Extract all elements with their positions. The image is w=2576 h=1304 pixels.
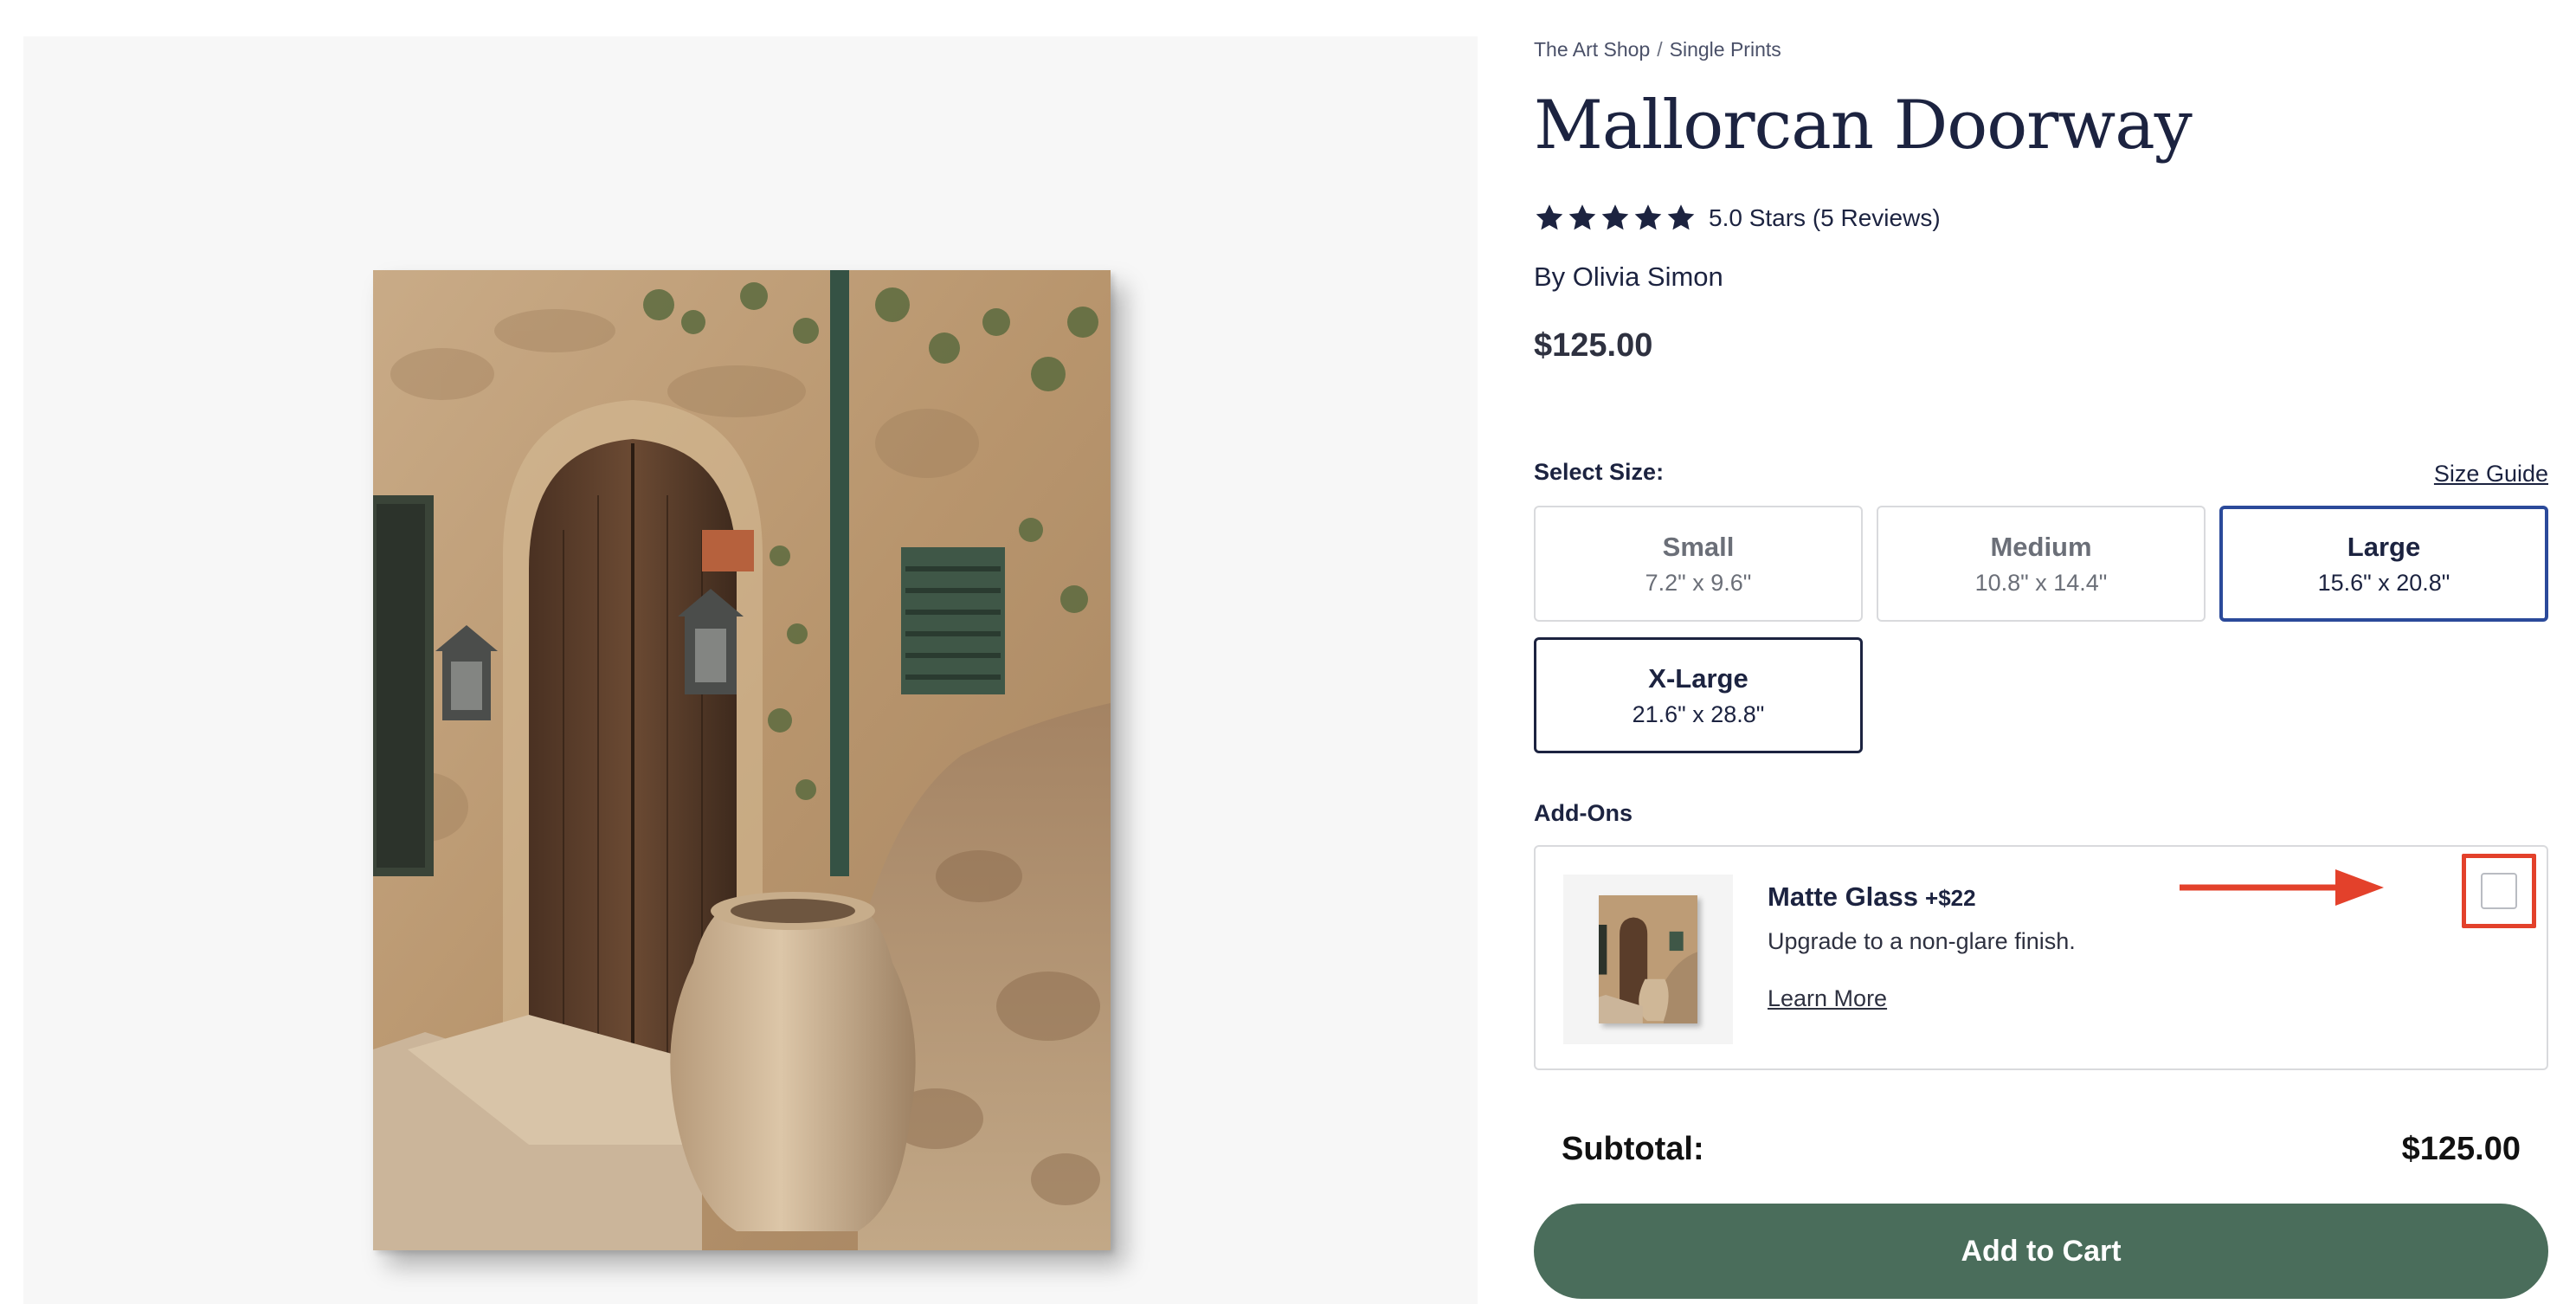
breadcrumb: The Art Shop / Single Prints <box>1534 38 1781 61</box>
size-option-name: Large <box>2347 531 2421 562</box>
breadcrumb-home-link[interactable]: The Art Shop <box>1534 38 1650 61</box>
product-title: Mallorcan Doorway <box>1534 87 2193 165</box>
rating-text: 5.0 Stars (5 Reviews) <box>1709 204 1941 231</box>
size-option-dims: 7.2" x 9.6" <box>1645 569 1752 596</box>
addon-description: Upgrade to a non-glare finish. <box>1768 928 2076 954</box>
size-option-medium[interactable]: Medium 10.8" x 14.4" <box>1877 506 2206 622</box>
addon-thumbnail-image <box>1599 895 1697 1023</box>
size-option-dims: 21.6" x 28.8" <box>1632 700 1765 727</box>
add-to-cart-button[interactable]: Add to Cart <box>1534 1204 2548 1299</box>
addon-thumbnail <box>1563 875 1733 1044</box>
product-price: $125.00 <box>1534 327 1653 364</box>
size-option-name: X-Large <box>1648 662 1748 694</box>
rating-stars <box>1534 203 1697 234</box>
breadcrumb-current-link[interactable]: Single Prints <box>1670 38 1781 61</box>
addon-matte-glass: Matte Glass +$22 Upgrade to a non-glare f… <box>1534 845 2548 1070</box>
product-rating[interactable]: 5.0 Stars (5 Reviews) <box>1534 203 1941 234</box>
size-option-dims: 10.8" x 14.4" <box>1974 569 2108 596</box>
star-icon <box>1568 204 1596 230</box>
addon-price: +$22 <box>1925 885 1976 911</box>
size-option-dims: 15.6" x 20.8" <box>2317 569 2450 596</box>
product-image[interactable] <box>373 270 1111 1250</box>
matte-glass-checkbox[interactable] <box>2481 873 2517 909</box>
star-icon <box>1601 204 1629 230</box>
product-gallery <box>23 36 1478 1304</box>
size-option-name: Small <box>1662 531 1735 562</box>
subtotal-label: Subtotal: <box>1562 1131 1704 1167</box>
size-option-large[interactable]: Large 15.6" x 20.8" <box>2219 506 2548 622</box>
star-icon <box>1536 204 1563 230</box>
size-guide-link[interactable]: Size Guide <box>2434 461 2548 487</box>
addon-title: Matte Glass +$22 <box>1768 881 1976 913</box>
subtotal-value: $125.00 <box>2401 1131 2521 1167</box>
star-icon <box>1634 204 1662 230</box>
addon-name: Matte Glass <box>1768 881 1919 912</box>
star-icon <box>1667 204 1695 230</box>
learn-more-link[interactable]: Learn More <box>1768 985 1887 1012</box>
doorway-photo <box>373 270 1111 1250</box>
annotation-arrow-icon <box>2180 869 2384 906</box>
size-option-small[interactable]: Small 7.2" x 9.6" <box>1534 506 1863 622</box>
select-size-label: Select Size: <box>1534 459 1665 485</box>
breadcrumb-separator: / <box>1657 38 1663 61</box>
artist-name: By Olivia Simon <box>1534 261 1723 292</box>
size-option-x-large[interactable]: X-Large 21.6" x 28.8" <box>1534 637 1863 753</box>
add-ons-label: Add-Ons <box>1534 800 1633 826</box>
size-option-name: Medium <box>1990 531 2092 562</box>
